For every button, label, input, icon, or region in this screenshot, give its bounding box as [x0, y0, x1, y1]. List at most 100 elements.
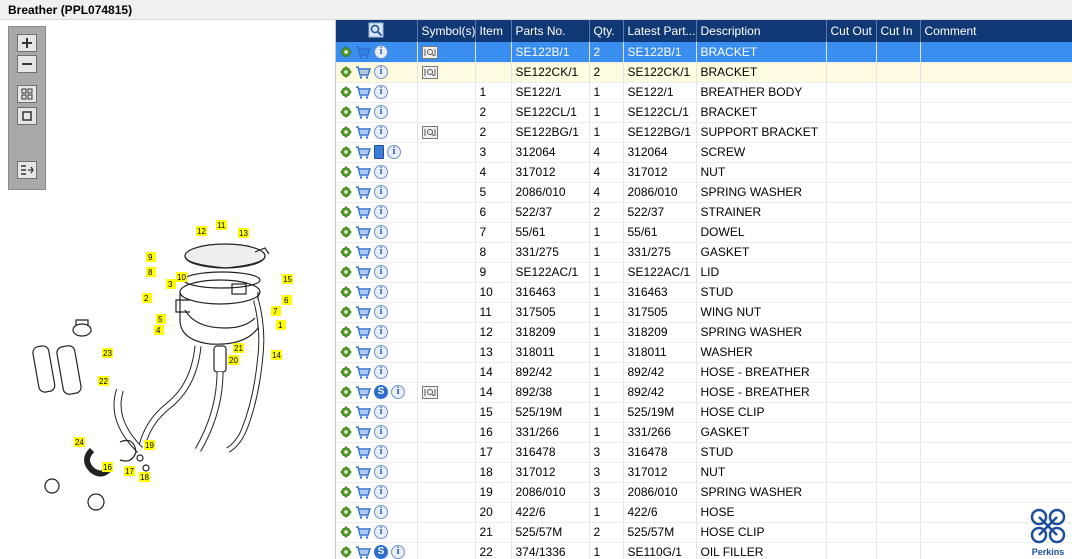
info-icon[interactable]: i — [374, 185, 388, 200]
fit-page-icon[interactable] — [17, 85, 37, 103]
info-icon[interactable]: i — [374, 245, 388, 260]
gear-icon[interactable] — [340, 366, 352, 378]
cart-icon[interactable] — [355, 206, 371, 219]
gear-icon[interactable] — [340, 206, 352, 218]
column-header-symbols[interactable]: Symbol(s) — [417, 20, 476, 42]
column-chooser-icon[interactable] — [368, 22, 384, 38]
info-icon[interactable]: i — [374, 125, 388, 140]
info-icon[interactable]: i — [391, 545, 405, 559]
gear-icon[interactable] — [340, 246, 352, 258]
table-row[interactable]: i 18 317012 3 317012 NUT — [336, 462, 1072, 483]
callout-23[interactable]: 23 — [102, 348, 113, 358]
column-header-comment[interactable]: Comment — [920, 20, 1072, 42]
info-icon[interactable]: i — [374, 445, 388, 460]
cart-icon[interactable] — [355, 526, 371, 539]
table-row[interactable]: Si 14 892/38 1 892/42 HOSE - BREATHER — [336, 382, 1072, 403]
gear-icon[interactable] — [340, 266, 352, 278]
column-header-item[interactable]: Item — [475, 20, 512, 42]
info-icon[interactable]: i — [374, 205, 388, 220]
callout-1[interactable]: 1 — [276, 320, 286, 330]
callout-19[interactable]: 19 — [144, 440, 155, 450]
callout-21[interactable]: 21 — [233, 343, 244, 353]
callout-6[interactable]: 6 — [282, 295, 292, 305]
gear-icon[interactable] — [340, 346, 352, 358]
info-icon[interactable]: i — [374, 365, 388, 380]
info-icon[interactable]: i — [374, 305, 388, 320]
interchangeability-symbol-icon[interactable] — [421, 66, 438, 80]
callout-5[interactable]: 5 — [156, 314, 166, 324]
gear-icon[interactable] — [340, 326, 352, 338]
column-header-description[interactable]: Description — [696, 20, 827, 42]
cart-icon[interactable] — [355, 486, 371, 499]
cart-icon[interactable] — [355, 45, 371, 59]
info-icon[interactable]: i — [374, 165, 388, 180]
info-icon[interactable]: i — [374, 485, 388, 500]
table-row[interactable]: i 3 312064 4 312064 SCREW — [336, 142, 1072, 163]
gear-icon[interactable] — [340, 126, 352, 138]
gear-icon[interactable] — [340, 66, 352, 78]
info-icon[interactable]: i — [374, 505, 388, 520]
table-row[interactable]: i 1 SE122/1 1 SE122/1 BREATHER BODY — [336, 82, 1072, 103]
cart-icon[interactable] — [355, 306, 371, 319]
table-row[interactable]: i 6 522/37 2 522/37 STRAINER — [336, 202, 1072, 223]
cart-icon[interactable] — [355, 146, 371, 159]
cart-icon[interactable] — [355, 506, 371, 519]
callout-18[interactable]: 18 — [139, 472, 150, 482]
info-icon[interactable]: i — [374, 225, 388, 240]
callout-15[interactable]: 15 — [282, 274, 293, 284]
table-row[interactable]: i 10 316463 1 316463 STUD — [336, 282, 1072, 303]
cart-icon[interactable] — [355, 346, 371, 359]
table-row[interactable]: i 2 SE122BG/1 1 SE122BG/1 SUPPORT BRACKET — [336, 122, 1072, 143]
table-row[interactable]: i 19 2086/010 3 2086/010 SPRING WASHER — [336, 482, 1072, 503]
interchangeability-symbol-icon[interactable] — [421, 386, 438, 400]
gear-icon[interactable] — [340, 106, 352, 118]
gear-icon[interactable] — [340, 386, 352, 398]
callout-14[interactable]: 14 — [271, 350, 282, 360]
table-row[interactable]: i 20 422/6 1 422/6 HOSE — [336, 502, 1072, 523]
table-row[interactable]: i 15 525/19M 1 525/19M HOSE CLIP — [336, 402, 1072, 423]
callout-7[interactable]: 7 — [271, 306, 281, 316]
gear-icon[interactable] — [340, 506, 352, 518]
info-icon[interactable]: i — [374, 45, 388, 60]
gear-icon[interactable] — [340, 526, 352, 538]
table-row[interactable]: i 12 318209 1 318209 SPRING WASHER — [336, 322, 1072, 343]
cart-icon[interactable] — [355, 66, 371, 79]
cart-icon[interactable] — [355, 406, 371, 419]
gear-icon[interactable] — [340, 166, 352, 178]
info-icon[interactable]: i — [374, 405, 388, 420]
supersession-icon[interactable]: S — [374, 545, 388, 559]
gear-icon[interactable] — [340, 546, 352, 558]
table-row[interactable]: i SE122CK/1 2 SE122CK/1 BRACKET — [336, 62, 1072, 83]
zoom-window-icon[interactable] — [17, 107, 37, 125]
gear-icon[interactable] — [340, 446, 352, 458]
callout-16[interactable]: 16 — [102, 462, 113, 472]
cart-icon[interactable] — [355, 226, 371, 239]
column-header-parts-no[interactable]: Parts No. — [511, 20, 590, 42]
table-row[interactable]: Si 22 374/1336 1 SE110G/1 OIL FILLER — [336, 542, 1072, 559]
table-row[interactable]: i 11 317505 1 317505 WING NUT — [336, 302, 1072, 323]
table-row[interactable]: i SE122B/1 2 SE122B/1 BRACKET — [336, 42, 1072, 63]
table-row[interactable]: i 7 55/61 1 55/61 DOWEL — [336, 222, 1072, 243]
info-icon[interactable]: i — [374, 265, 388, 280]
cart-icon[interactable] — [355, 386, 371, 399]
column-header-qty[interactable]: Qty. — [589, 20, 624, 42]
gear-icon[interactable] — [340, 306, 352, 318]
info-icon[interactable]: i — [374, 285, 388, 300]
info-icon[interactable]: i — [374, 425, 388, 440]
show-list-icon[interactable] — [17, 161, 37, 179]
callout-13[interactable]: 13 — [238, 228, 249, 238]
table-row[interactable]: i 2 SE122CL/1 1 SE122CL/1 BRACKET — [336, 102, 1072, 123]
cart-icon[interactable] — [355, 326, 371, 339]
interchangeability-symbol-icon[interactable] — [421, 45, 438, 59]
info-icon[interactable]: i — [374, 105, 388, 120]
table-row[interactable]: i 5 2086/010 4 2086/010 SPRING WASHER — [336, 182, 1072, 203]
callout-17[interactable]: 17 — [124, 466, 135, 476]
table-row[interactable]: i 13 318011 1 318011 WASHER — [336, 342, 1072, 363]
info-icon[interactable]: i — [374, 325, 388, 340]
cart-icon[interactable] — [355, 126, 371, 139]
gear-icon[interactable] — [340, 406, 352, 418]
table-row[interactable]: i 9 SE122AC/1 1 SE122AC/1 LID — [336, 262, 1072, 283]
column-header-cut-out[interactable]: Cut Out — [826, 20, 877, 42]
gear-icon[interactable] — [340, 226, 352, 238]
gear-icon[interactable] — [340, 466, 352, 478]
